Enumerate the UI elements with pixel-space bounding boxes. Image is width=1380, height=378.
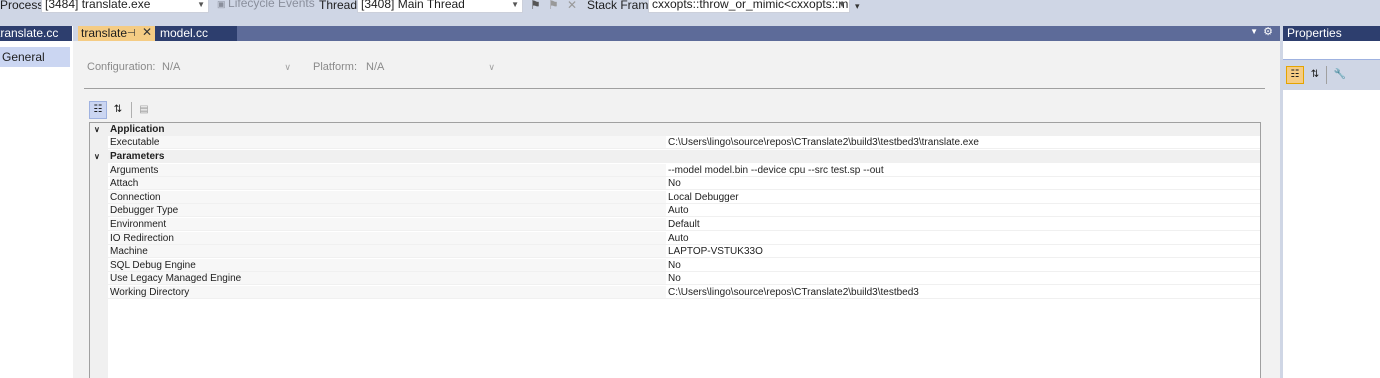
stack-frame-dropdown[interactable]: cxxopts::throw_or_mimic<cxxopts::missir … [648,0,850,13]
flag-thread-icon[interactable]: ⚑ [530,0,541,12]
chevron-down-icon: ▼ [197,0,205,9]
row-line [90,298,1260,299]
property-row[interactable]: Debugger Type Auto [90,204,1260,217]
chevron-down-icon: ∨ [488,62,495,72]
row-line [90,216,1260,217]
row-line [90,148,1260,149]
row-line [90,189,1260,190]
chevron-down-icon: ▼ [838,0,846,9]
collapse-icon[interactable]: ∨ [94,123,100,136]
property-row[interactable]: SQL Debug Engine No [90,259,1260,272]
toolbar-overflow-icon[interactable]: ▾ [855,1,860,12]
toolbar-separator [131,102,132,118]
configuration-value: N/A [162,61,181,73]
configuration-label: Configuration: [87,61,156,73]
sort-alphabetical-icon[interactable]: ⇅ [1306,66,1324,84]
properties-title[interactable]: Properties [1283,26,1380,41]
row-line [90,230,1260,231]
pin-icon[interactable]: ⊣ [127,26,136,41]
category-application[interactable]: ∨ Application [90,123,1260,136]
row-line [90,257,1260,258]
platform-label: Platform: [313,61,358,73]
thread-value: [3408] Main Thread [361,0,465,11]
tab-translate[interactable]: translate ⊣ ✕ [78,25,155,41]
property-pages-icon[interactable]: ▤ [135,101,153,119]
tab-model-cc[interactable]: model.cc [155,26,237,41]
debug-toolbar: Process: [3484] translate.exe ▼ ▣ Lifecy… [0,0,1380,19]
thread-label: Thread: [319,0,361,12]
property-pages-editor: Configuration: N/A ∨ Platform: N/A ∨ ☷ ⇅… [73,41,1280,378]
toolbar-separator [1326,66,1327,84]
property-row[interactable]: Executable C:\Users\lingo\source\repos\C… [90,136,1260,149]
property-row[interactable]: Environment Default [90,218,1260,231]
process-value: [3484] translate.exe [45,0,151,11]
chevron-down-icon: ∨ [284,62,291,72]
platform-value: N/A [366,61,385,73]
property-grid: ∨ Application Executable C:\Users\lingo\… [89,122,1261,378]
tab-list-dropdown-icon[interactable]: ▼ [1250,27,1258,36]
property-row[interactable]: Machine LAPTOP-VSTUK33O [90,245,1260,258]
configuration-dropdown[interactable]: N/A ∨ [159,57,295,77]
categorized-icon[interactable]: ☷ [1286,66,1304,84]
category-parameters-label: Parameters [110,151,165,162]
property-row[interactable]: Use Legacy Managed Engine No [90,272,1260,285]
tab-translate-label: translate [81,26,128,40]
left-pane: translate.cc General [0,26,73,378]
wrench-icon[interactable]: 🔧 [1331,66,1349,84]
properties-pane: Properties ☷ ⇅ 🔧 [1283,26,1380,378]
filter-icon[interactable]: ✕ [567,0,577,12]
lifecycle-events-dropdown[interactable]: ▣ Lifecycle Events [214,0,318,13]
process-label: Process: [0,0,47,12]
property-row[interactable]: Working Directory C:\Users\lingo\source\… [90,286,1260,299]
property-row[interactable]: Attach No [90,177,1260,190]
process-dropdown[interactable]: [3484] translate.exe ▼ [41,0,209,13]
collapse-icon[interactable]: ∨ [94,150,100,163]
properties-toolbar: ☷ ⇅ 🔧 [1283,59,1380,90]
property-row[interactable]: IO Redirection Auto [90,232,1260,245]
tab-translate-cc[interactable]: translate.cc [0,26,72,41]
lifecycle-label: Lifecycle Events [228,0,315,10]
category-application-label: Application [110,124,165,135]
document-tabstrip: translate ⊣ ✕ model.cc ▼ ⚙ [78,25,1280,41]
platform-dropdown[interactable]: N/A ∨ [363,57,499,77]
category-parameters[interactable]: ∨ Parameters [90,150,1260,163]
close-icon[interactable]: ✕ [142,25,152,40]
divider [84,88,1265,89]
stack-frame-value: cxxopts::throw_or_mimic<cxxopts::missir [652,0,850,11]
lifecycle-icon: ▣ [217,0,229,9]
property-row[interactable]: Arguments --model model.bin --device cpu… [90,164,1260,177]
gear-icon[interactable]: ⚙ [1263,25,1273,38]
sort-alphabetical-icon[interactable]: ⇅ [109,101,127,119]
categorized-icon[interactable]: ☷ [89,101,107,119]
flag-icon[interactable]: ⚑ [548,0,559,12]
sidebar-item-general[interactable]: General [0,47,70,67]
row-line [90,284,1260,285]
chevron-down-icon: ▼ [511,0,519,9]
property-row[interactable]: Connection Local Debugger [90,191,1260,204]
thread-dropdown[interactable]: [3408] Main Thread ▼ [357,0,523,13]
